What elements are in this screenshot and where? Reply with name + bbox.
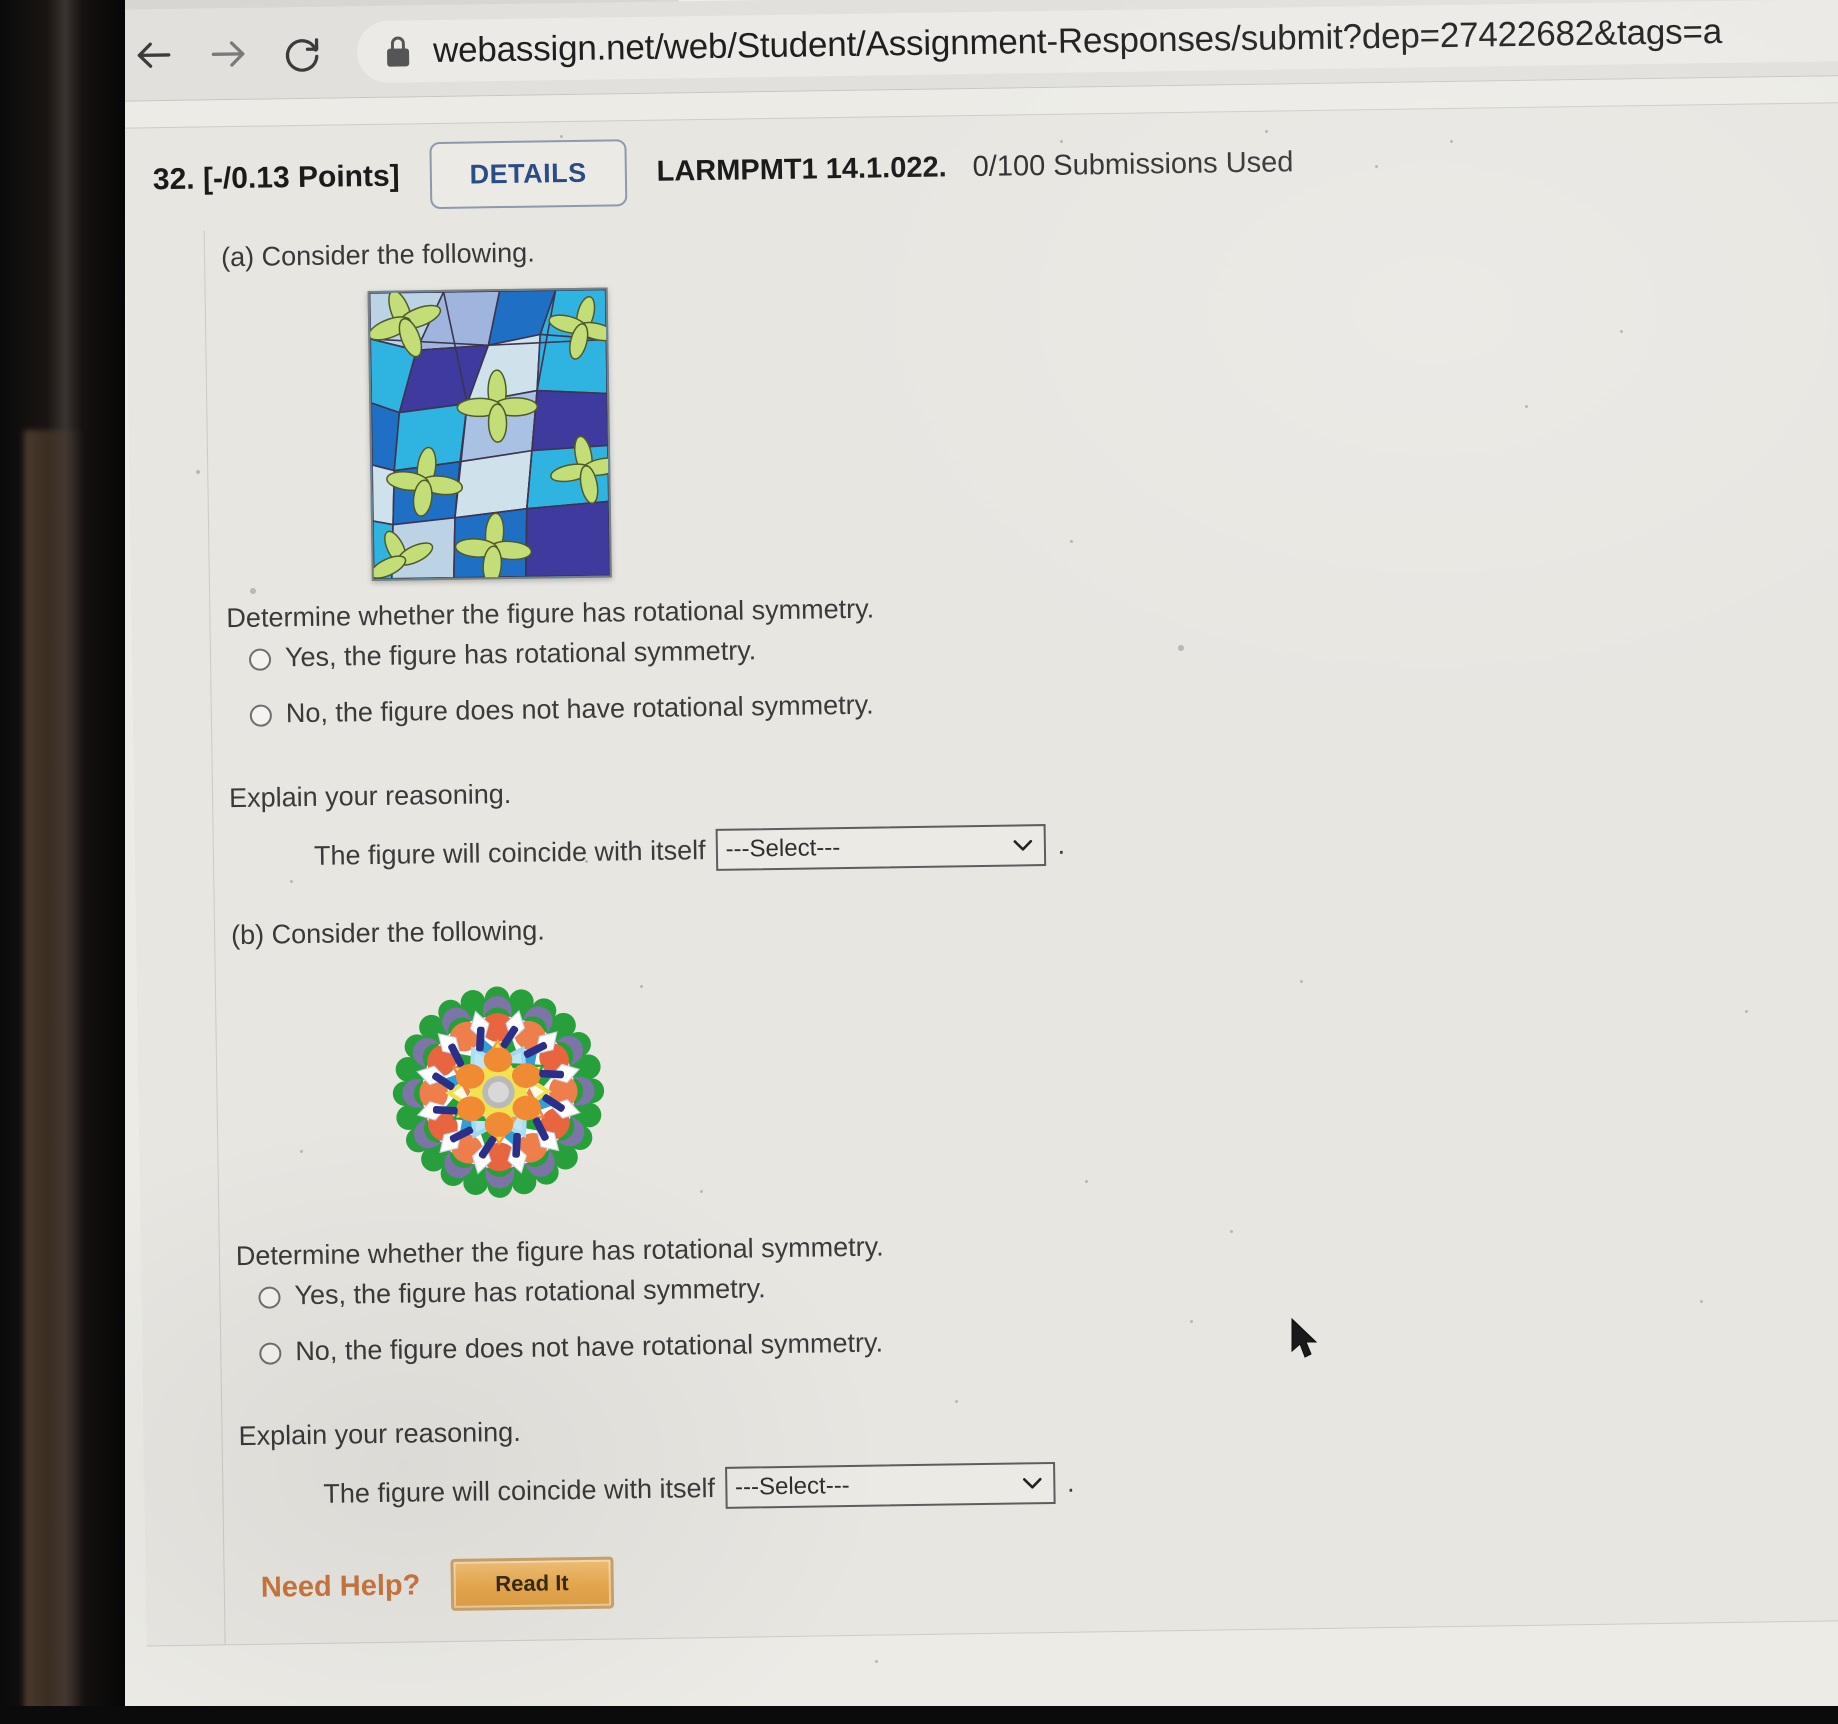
back-arrow-icon[interactable] — [117, 18, 192, 93]
lock-icon — [385, 36, 411, 67]
radio-icon[interactable] — [258, 1286, 281, 1309]
details-button[interactable]: DETAILS — [429, 139, 628, 210]
photo-left-edge — [0, 0, 125, 1724]
part-b: (b) Consider the following. Determine wh… — [214, 854, 1838, 1615]
colorful-mandala-figure — [378, 965, 620, 1219]
radio-icon[interactable] — [248, 648, 272, 671]
stained-glass-leaves-figure — [367, 287, 612, 582]
read-it-button[interactable]: Read It — [449, 1556, 615, 1611]
question-card: 32. [-/0.13 Points] DETAILS LARMPMT1 14.… — [124, 101, 1838, 1647]
photograph-of-screen: webassign.net/web/Student/Assignment-Res… — [0, 0, 1838, 1724]
monitor-screen: webassign.net/web/Student/Assignment-Res… — [98, 0, 1838, 1724]
part-b-reason-text: The figure will coincide with itself — [323, 1472, 716, 1509]
question-body: (a) Consider the following. Determine wh… — [203, 205, 1838, 1645]
chevron-down-icon — [1011, 832, 1033, 858]
part-a-option-yes-label: Yes, the figure has rotational symmetry. — [284, 635, 757, 673]
webassign-page: 32. [-/0.13 Points] DETAILS LARMPMT1 14.… — [99, 75, 1838, 1724]
submissions-used: 0/100 Submissions Used — [972, 146, 1294, 184]
reload-icon[interactable] — [265, 15, 340, 90]
part-b-figure-wrap — [215, 933, 1838, 1236]
mouse-cursor — [1290, 1317, 1320, 1362]
part-a-figure-wrap — [205, 255, 1838, 598]
part-a-option-no-label: No, the figure does not have rotational … — [285, 689, 874, 729]
forward-arrow-icon[interactable] — [191, 17, 266, 92]
part-b-period: . — [1066, 1467, 1075, 1498]
part-b-option-yes-label: Yes, the figure has rotational symmetry. — [294, 1273, 766, 1311]
need-help-label: Need Help? — [260, 1568, 421, 1604]
photo-bottom-edge — [0, 1706, 1838, 1724]
part-b-select[interactable]: ---Select--- — [724, 1461, 1056, 1509]
chevron-down-icon — [1021, 1470, 1043, 1496]
question-code: LARMPMT1 14.1.022. — [656, 151, 947, 188]
part-a-reason-text: The figure will coincide with itself — [313, 834, 706, 871]
part-a-period: . — [1057, 829, 1066, 860]
question-number-points: 32. [-/0.13 Points] — [152, 159, 400, 196]
url-text: webassign.net/web/Student/Assignment-Res… — [432, 11, 1723, 71]
address-bar[interactable]: webassign.net/web/Student/Assignment-Res… — [356, 0, 1838, 84]
radio-icon[interactable] — [249, 704, 273, 727]
part-a-select[interactable]: ---Select--- — [715, 824, 1046, 871]
radio-icon[interactable] — [259, 1342, 282, 1365]
part-a: (a) Consider the following. Determine wh… — [205, 206, 1838, 879]
part-a-select-value: ---Select--- — [725, 834, 841, 863]
part-b-select-value: ---Select--- — [734, 1472, 850, 1501]
part-b-option-no-label: No, the figure does not have rotational … — [295, 1327, 884, 1367]
